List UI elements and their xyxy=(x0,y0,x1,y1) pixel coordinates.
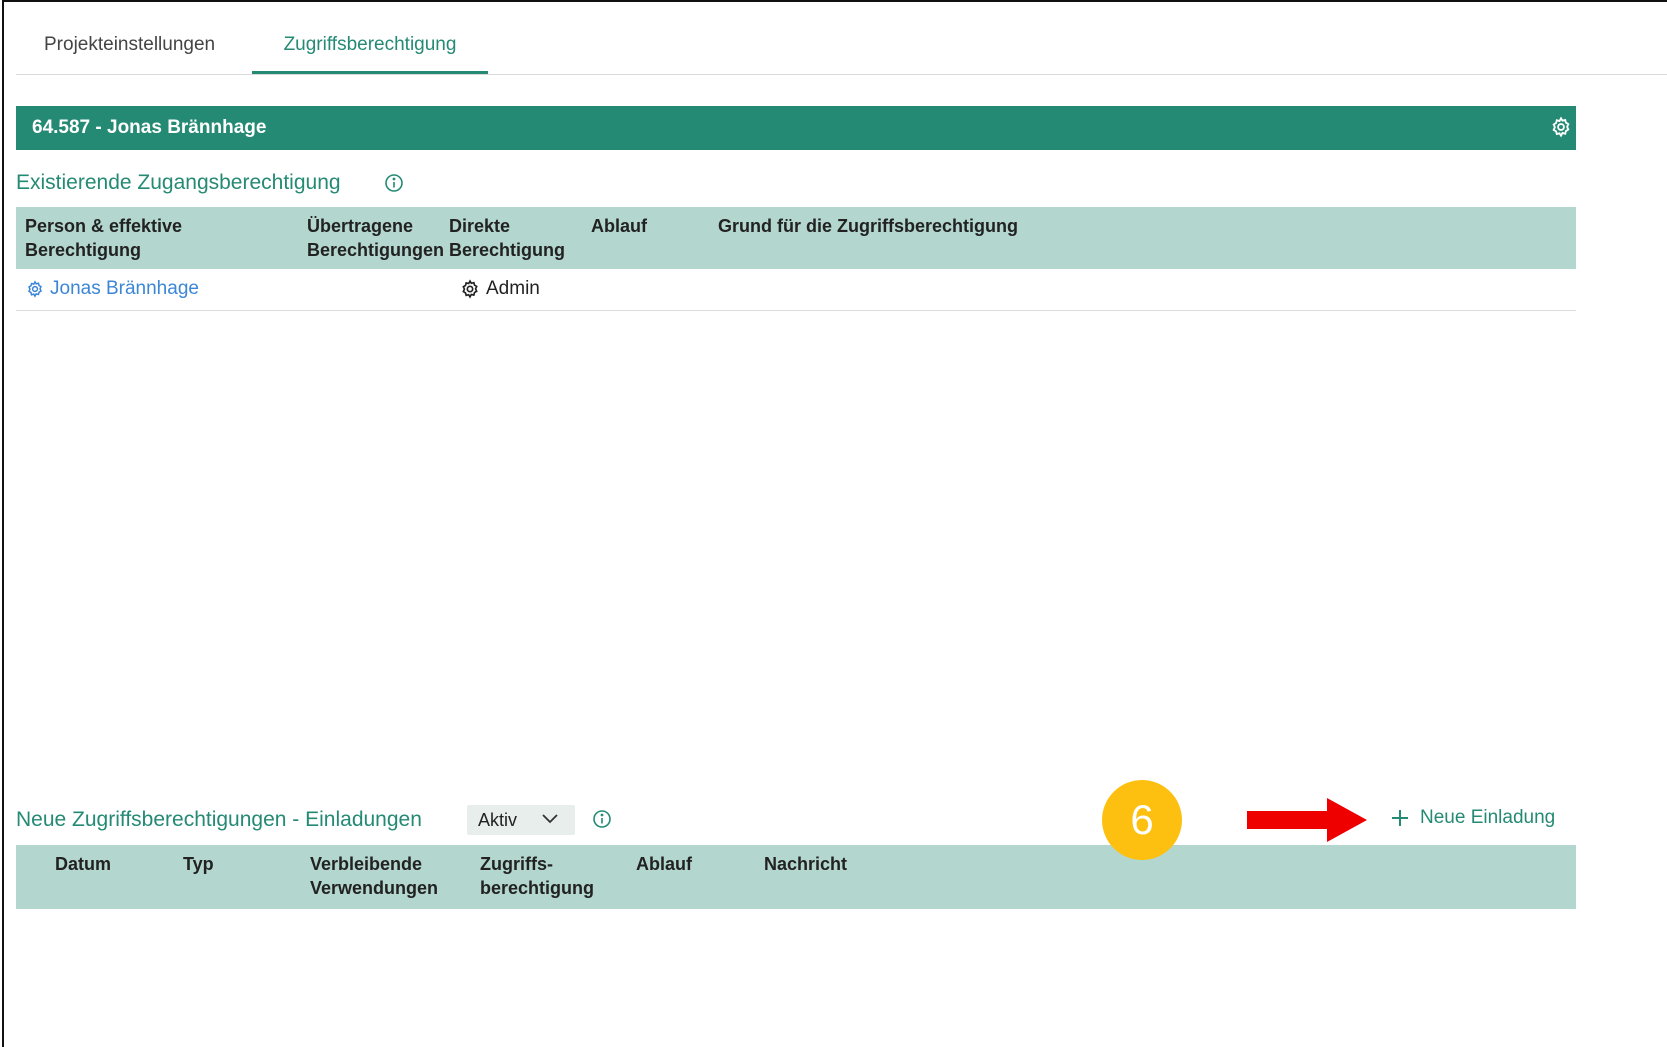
col-remaining-uses[interactable]: Verbleibende Verwendungen xyxy=(310,852,438,900)
invitations-table-header: Datum Typ Verbleibende Verwendungen Zugr… xyxy=(16,845,1576,909)
tab-zugriffsberechtigung[interactable]: Zugriffsberechtigung xyxy=(252,22,488,74)
col-type-line1: Typ xyxy=(183,854,214,874)
col-message[interactable]: Nachricht xyxy=(764,852,847,876)
col-person[interactable]: Person & effektive Berechtigung xyxy=(25,214,182,262)
info-icon[interactable] xyxy=(592,809,612,829)
person-name: Jonas Brännhage xyxy=(50,278,199,299)
col-transferred-line2: Berechtigungen xyxy=(307,240,445,260)
info-icon[interactable] xyxy=(384,173,404,193)
col-reason[interactable]: Grund für die Zugriffsberechtigung xyxy=(718,214,1018,238)
status-filter-value: Aktiv xyxy=(478,810,518,830)
col-remaining-line1: Verbleibende xyxy=(310,854,423,874)
col-access-line2: berechtigung xyxy=(480,878,595,898)
gear-icon xyxy=(462,279,478,299)
col-invite-expiry[interactable]: Ablauf xyxy=(636,852,692,876)
arrow-right-icon xyxy=(1247,798,1367,842)
table-row-person-link[interactable]: Jonas Brännhage xyxy=(26,278,199,300)
col-type[interactable]: Typ xyxy=(183,852,214,876)
project-header-title: 64.587 - Jonas Brännhage xyxy=(32,117,267,138)
plus-icon xyxy=(1392,810,1408,826)
col-access-permission[interactable]: Zugriffs- berechtigung xyxy=(480,852,594,900)
col-direct-line2: Berechtigung xyxy=(449,240,566,260)
existing-access-title: Existierende Zugangsberechtigung xyxy=(16,171,341,194)
col-direct[interactable]: Direkte Berechtigung xyxy=(449,214,565,262)
col-remaining-line2: Verwendungen xyxy=(310,878,439,898)
project-header: 64.587 - Jonas Brännhage xyxy=(16,106,1576,150)
col-expiry-line1: Ablauf xyxy=(591,216,647,236)
step-badge: 6 xyxy=(1102,780,1182,860)
col-transferred-line1: Übertragene xyxy=(307,216,414,236)
existing-table-header: Person & effektive Berechtigung Übertrag… xyxy=(16,207,1576,269)
col-date[interactable]: Datum xyxy=(55,852,111,876)
tab-bar: Projekteinstellungen Zugriffsberechtigun… xyxy=(16,22,1667,75)
chevron-down-icon xyxy=(542,814,558,824)
col-message-line1: Nachricht xyxy=(764,854,848,874)
col-expiry[interactable]: Ablauf xyxy=(591,214,647,238)
invitations-title: Neue Zugriffsberechtigungen - Einladunge… xyxy=(16,808,422,831)
col-person-line1: Person & effektive xyxy=(25,216,183,236)
direct-permission-cell: Admin xyxy=(460,278,540,300)
row-divider xyxy=(16,310,1576,311)
col-invite-expiry-line1: Ablauf xyxy=(636,854,692,874)
col-reason-line1: Grund für die Zugriffsberechtigung xyxy=(718,216,1018,236)
col-date-line1: Datum xyxy=(55,854,112,874)
gear-icon[interactable] xyxy=(1550,116,1572,138)
tab-projekteinstellungen[interactable]: Projekteinstellungen xyxy=(44,22,215,72)
page-frame: Projekteinstellungen Zugriffsberechtigun… xyxy=(2,0,1667,1047)
gear-icon xyxy=(28,280,42,298)
new-invitation-button[interactable]: Neue Einladung xyxy=(1390,807,1555,829)
col-transferred[interactable]: Übertragene Berechtigungen xyxy=(307,214,444,262)
col-person-line2: Berechtigung xyxy=(25,240,142,260)
direct-permission-value: Admin xyxy=(486,278,540,299)
new-invitation-label: Neue Einladung xyxy=(1420,807,1556,828)
col-access-line1: Zugriffs- xyxy=(480,854,553,874)
col-direct-line1: Direkte xyxy=(449,216,511,236)
status-filter-dropdown[interactable]: Aktiv xyxy=(467,805,575,835)
